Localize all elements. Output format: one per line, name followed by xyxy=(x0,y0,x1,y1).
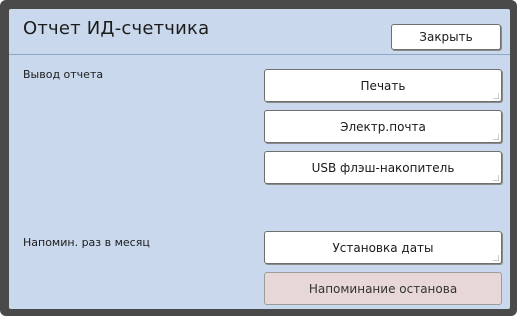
close-button[interactable]: Закрыть xyxy=(391,24,501,50)
resize-corner-icon xyxy=(493,175,499,181)
screen: Отчет ИД-счетчика Закрыть Вывод отчета П… xyxy=(9,9,510,309)
stop-reminder-button-label: Напоминание останова xyxy=(308,281,458,296)
close-button-label: Закрыть xyxy=(419,30,473,44)
set-date-button[interactable]: Установка даты xyxy=(264,231,502,264)
usb-flash-button[interactable]: USB флэш-накопитель xyxy=(264,151,502,184)
stop-reminder-button[interactable]: Напоминание останова xyxy=(264,272,502,305)
print-button[interactable]: Печать xyxy=(264,69,502,102)
page-title: Отчет ИД-счетчика xyxy=(23,18,210,39)
monthly-reminder-label: Напомин. раз в месяц xyxy=(23,236,150,249)
device-bezel: Отчет ИД-счетчика Закрыть Вывод отчета П… xyxy=(0,0,517,316)
usb-flash-button-label: USB флэш-накопитель xyxy=(311,160,455,175)
resize-corner-icon xyxy=(493,255,499,261)
email-button[interactable]: Электр.почта xyxy=(264,110,502,143)
title-bar: Отчет ИД-счетчика Закрыть xyxy=(9,9,510,55)
resize-corner-icon xyxy=(493,93,499,99)
print-button-label: Печать xyxy=(360,78,406,93)
email-button-label: Электр.почта xyxy=(340,119,426,134)
report-output-label: Вывод отчета xyxy=(23,68,104,81)
resize-corner-icon xyxy=(493,134,499,140)
set-date-button-label: Установка даты xyxy=(332,240,434,255)
